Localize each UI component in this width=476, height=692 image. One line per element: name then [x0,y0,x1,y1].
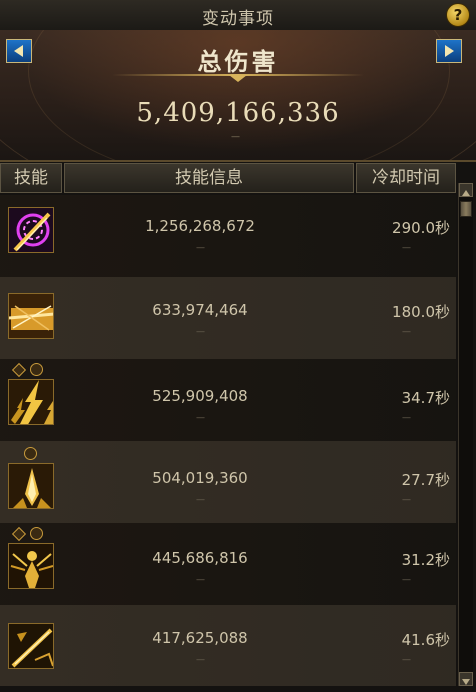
skill-cooldown-sub: — [402,655,411,665]
buff-swirl-icon [30,363,43,376]
skill-cooldown: 290.0秒 [392,219,450,237]
chevron-down-icon [462,679,470,685]
skill-damage-sub: — [196,575,205,585]
scroll-down-button[interactable] [459,672,473,686]
skill-cooldown: 180.0秒 [392,303,450,321]
total-damage-sub: — [231,132,240,142]
skill-cooldown-sub: — [402,327,411,337]
golden-burst-skill-icon [8,293,54,339]
skill-cooldown: 41.6秒 [401,631,450,649]
skill-damage-sub: — [196,243,205,253]
total-damage-label: 总伤害 [197,48,279,76]
column-header-cooldown[interactable]: 冷却时间 [356,163,456,193]
table-row[interactable]: 633,974,464 180.0秒 — — [0,277,456,359]
skill-damage-sub: — [196,327,205,337]
buff-swirl-icon [24,447,37,460]
skill-cooldown-sub: — [402,495,411,505]
skill-damage-sub: — [196,413,205,423]
crystal-spike-skill-icon [8,463,54,509]
skill-cooldown-sub: — [402,575,411,585]
skill-damage: 445,686,816 [152,549,248,567]
table-row[interactable]: 504,019,360 27.7秒 — — [0,441,456,523]
skill-damage-sub: — [196,495,205,505]
skill-cooldown: 34.7秒 [401,389,450,407]
scroll-up-button[interactable] [459,183,473,197]
table-row[interactable]: 525,909,408 34.7秒 — — [0,359,456,441]
table-row[interactable]: 1,256,268,672 290.0秒 — — [0,195,456,277]
summary-panel: 总伤害 5,409,166,336 — [0,30,476,162]
label-notch [229,75,247,82]
scrollbar[interactable] [458,183,473,686]
skill-damage: 525,909,408 [152,387,248,405]
lightning-strike-skill-icon [8,379,54,425]
skill-cooldown: 31.2秒 [401,551,450,569]
buff-swirl-icon [30,527,43,540]
skill-damage: 1,256,268,672 [145,217,255,235]
total-damage-value: 5,409,166,336 [136,98,340,128]
table-header: 技能 技能信息 冷却时间 [0,163,476,193]
skill-damage: 417,625,088 [152,629,248,647]
buff-diamond-icon [11,526,27,542]
table-row[interactable]: 417,625,088 41.6秒 — — [0,605,456,686]
column-header-info[interactable]: 技能信息 [64,163,354,193]
skill-cooldown: 27.7秒 [401,471,450,489]
skill-cooldown-sub: — [402,243,411,253]
window-title: 变动事项 [202,9,274,29]
radiant-figure-skill-icon [8,543,54,589]
help-button[interactable]: ? [446,3,470,27]
arcane-slash-skill-icon [8,207,54,253]
skill-cooldown-sub: — [402,413,411,423]
scroll-thumb[interactable] [460,201,472,217]
column-header-skill[interactable]: 技能 [0,163,62,193]
buff-diamond-icon [11,362,27,378]
table-row[interactable]: 445,686,816 31.2秒 — — [0,523,456,605]
skill-damage-sub: — [196,655,205,665]
skill-damage: 504,019,360 [152,469,248,487]
window-title-bar: 变动事项 ? [0,0,476,31]
chevron-up-icon [462,190,470,196]
skill-damage: 633,974,464 [152,301,248,319]
skill-list: 1,256,268,672 290.0秒 — — 633,974,464 180… [0,195,456,686]
blade-slash-skill-icon [8,623,54,669]
